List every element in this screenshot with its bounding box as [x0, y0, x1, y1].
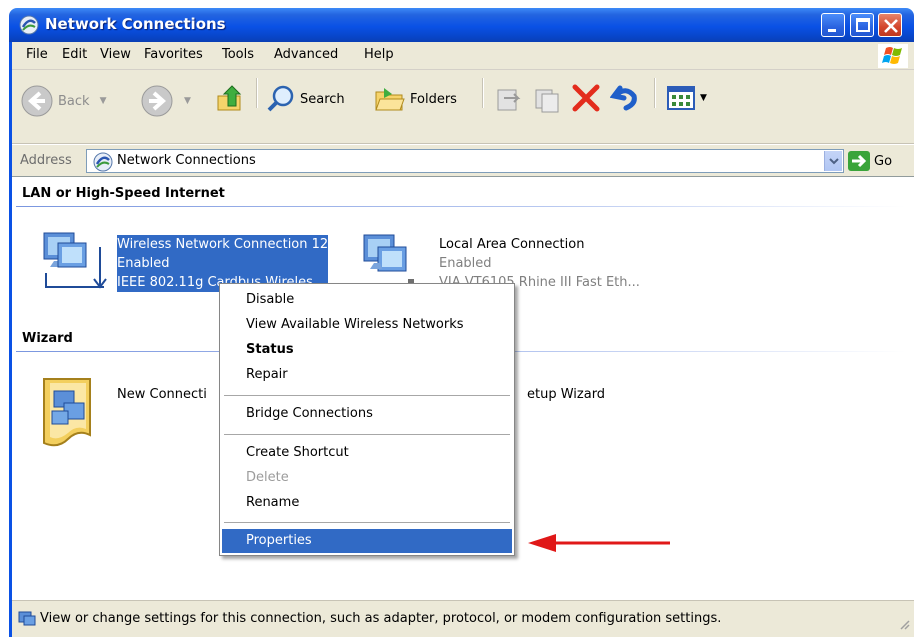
- menu-item-view-wireless-networks[interactable]: View Available Wireless Networks: [222, 313, 512, 337]
- delete-x-icon: [572, 84, 600, 112]
- views-icon: [667, 86, 695, 110]
- back-dropdown-icon[interactable]: ▼: [100, 96, 107, 106]
- address-label: Address: [20, 153, 72, 168]
- menu-separator: [224, 434, 510, 435]
- windows-logo-icon: [878, 44, 908, 68]
- menu-file[interactable]: File: [26, 47, 48, 62]
- menu-item-rename[interactable]: Rename: [222, 491, 512, 515]
- move-to-icon: [497, 89, 521, 111]
- menu-item-bridge-connections[interactable]: Bridge Connections: [222, 402, 512, 426]
- search-button[interactable]: Search: [266, 84, 345, 114]
- up-folder-button[interactable]: [214, 82, 248, 116]
- group-header-lan: LAN or High-Speed Internet: [22, 186, 225, 201]
- menu-view[interactable]: View: [100, 47, 131, 62]
- forward-arrow-icon: [141, 85, 173, 117]
- delete-button[interactable]: [570, 82, 602, 114]
- local-area-connection-name: Local Area Connection: [439, 237, 585, 252]
- network-connections-window: Network Connections File Edit View Favor…: [0, 0, 914, 637]
- folders-icon: [375, 88, 405, 111]
- local-area-connection-status: Enabled: [439, 256, 492, 271]
- title-bar[interactable]: Network Connections: [9, 8, 914, 42]
- group-divider-lan: [16, 206, 906, 207]
- address-bar: Address Network Connections Go: [12, 144, 914, 176]
- maximize-button[interactable]: [850, 13, 874, 37]
- network-connections-small-icon: [93, 152, 113, 176]
- address-value: Network Connections: [117, 153, 256, 168]
- back-arrow-icon: [21, 85, 53, 117]
- menu-separator: [224, 395, 510, 396]
- close-button[interactable]: [878, 13, 902, 37]
- views-dropdown-icon[interactable]: ▼: [700, 93, 707, 103]
- menu-favorites[interactable]: Favorites: [144, 47, 203, 62]
- address-dropdown-button[interactable]: [824, 151, 842, 171]
- minimize-button[interactable]: [821, 13, 845, 37]
- menu-item-create-shortcut[interactable]: Create Shortcut: [222, 441, 512, 465]
- status-text: View or change settings for this connect…: [40, 611, 722, 626]
- copy-to-button[interactable]: [532, 84, 562, 114]
- search-label: Search: [300, 91, 345, 107]
- copy-to-icon: [535, 89, 559, 113]
- folders-button[interactable]: Folders: [374, 84, 457, 114]
- views-button[interactable]: ▼: [666, 84, 707, 112]
- red-annotation-arrow: [528, 534, 670, 552]
- toolbar-separator: [482, 78, 484, 108]
- group-header-wizard: Wizard: [22, 331, 73, 346]
- go-label: Go: [874, 153, 893, 169]
- toolbar-separator: [256, 78, 258, 108]
- menu-help[interactable]: Help: [364, 47, 394, 62]
- forward-button[interactable]: ▼: [140, 84, 191, 118]
- toolbar-separator: [654, 78, 656, 108]
- back-button[interactable]: Back ▼: [20, 84, 106, 118]
- wireless-connection-icon[interactable]: [38, 227, 108, 305]
- status-connection-icon: [18, 610, 36, 632]
- menu-item-repair[interactable]: Repair: [222, 363, 512, 387]
- new-connection-wizard-icon[interactable]: [38, 373, 104, 457]
- network-connections-icon: [19, 15, 39, 35]
- context-menu: Disable View Available Wireless Networks…: [219, 283, 515, 556]
- status-bar: View or change settings for this connect…: [12, 600, 914, 637]
- undo-icon: [610, 85, 637, 111]
- go-arrow-icon: [848, 151, 870, 171]
- menu-item-disable[interactable]: Disable: [222, 288, 512, 312]
- back-label: Back: [58, 93, 90, 109]
- menu-item-delete[interactable]: Delete: [222, 466, 512, 490]
- window-title: Network Connections: [45, 15, 226, 33]
- menu-advanced[interactable]: Advanced: [274, 47, 338, 62]
- undo-button[interactable]: [610, 82, 642, 114]
- menu-item-properties[interactable]: Properties: [222, 529, 512, 553]
- new-connection-wizard-label[interactable]: New Connecti: [117, 385, 207, 404]
- menu-edit[interactable]: Edit: [62, 47, 87, 62]
- search-icon: [267, 85, 294, 112]
- go-button[interactable]: Go: [848, 151, 892, 171]
- resize-grip-icon[interactable]: [898, 618, 910, 634]
- menu-separator: [224, 522, 510, 523]
- menu-bar: File Edit View Favorites Tools Advanced …: [12, 42, 914, 70]
- wireless-connection-name: Wireless Network Connection 12: [117, 235, 329, 254]
- wireless-connection-status: Enabled: [117, 254, 329, 273]
- menu-tools[interactable]: Tools: [222, 47, 254, 62]
- menu-item-status[interactable]: Status: [222, 338, 512, 362]
- address-input[interactable]: Network Connections: [86, 149, 844, 173]
- forward-dropdown-icon[interactable]: ▼: [184, 96, 191, 106]
- toolbar: Back ▼ ▼ Search Folders ▼: [12, 70, 914, 144]
- up-folder-icon: [217, 85, 242, 111]
- new-connection-wizard-label-tail[interactable]: etup Wizard: [527, 385, 605, 404]
- folders-label: Folders: [410, 91, 457, 107]
- move-to-button[interactable]: [494, 84, 524, 114]
